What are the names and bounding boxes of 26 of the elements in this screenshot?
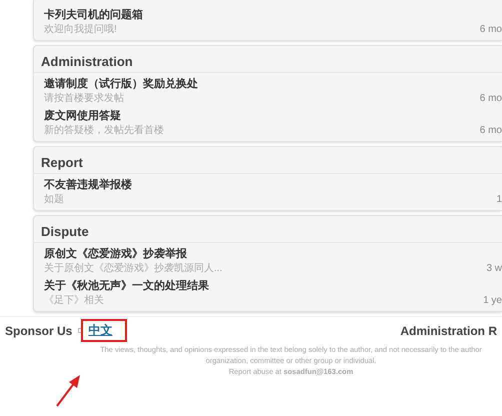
thread-title[interactable]: 原创文《恋爱游戏》抄袭举报: [44, 247, 486, 262]
arrow-drawing: [55, 374, 83, 408]
square-icon: [78, 328, 84, 333]
thread-time: 1 ye: [483, 294, 502, 308]
thread-title[interactable]: 关于《秋池无声》一文的处理结果: [44, 279, 484, 294]
sponsor-link[interactable]: Sponsor Us: [5, 322, 72, 340]
thread-time: 6 mo: [480, 124, 502, 138]
thread-title[interactable]: 废文网使用答疑: [44, 109, 480, 124]
thread-time: 1: [496, 193, 502, 207]
thread-title[interactable]: 卡列夫司机的问题箱: [44, 8, 480, 23]
section-title: Report: [41, 155, 83, 170]
thread-title[interactable]: 不友善违规举报楼: [44, 178, 496, 193]
thread-time: 6 mo: [480, 23, 502, 37]
thread-description: 欢迎向我提问哦!: [44, 23, 118, 37]
thread-description: 如题: [44, 193, 65, 207]
thread-title[interactable]: 邀请制度（试行版）奖励兑换处: [44, 77, 480, 92]
thread-time: 3 w: [486, 262, 502, 276]
administration-link[interactable]: Administration R: [400, 322, 497, 340]
thread-description: 关于原创文《恋爱游戏》抄袭凯源同人...: [44, 262, 224, 276]
thread-description: 请按首楼要求发帖: [44, 92, 125, 106]
language-link[interactable]: 中文: [88, 323, 120, 338]
thread-description: 《足下》相关: [44, 294, 105, 308]
thread-time: 6 mo: [480, 92, 502, 106]
section-title: Dispute: [41, 224, 89, 239]
section-title: Administration: [41, 54, 133, 69]
thread-description: 新的答疑楼，发帖先看首楼: [44, 124, 165, 138]
